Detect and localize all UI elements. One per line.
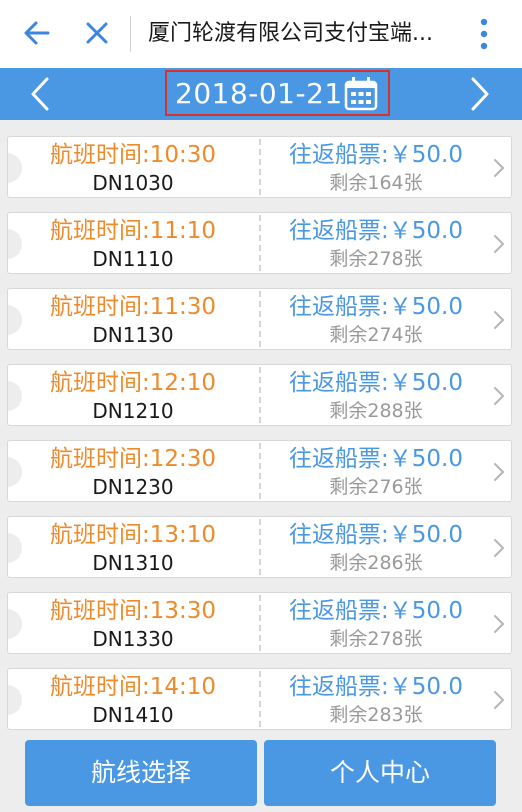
flight-card[interactable]: 航班时间:12:10 DN1210 往返船票:￥50.0 剩余288张 — [7, 364, 512, 426]
flight-card[interactable]: 航班时间:12:30 DN1230 往返船票:￥50.0 剩余276张 — [7, 440, 512, 502]
flight-card[interactable]: 航班时间:13:30 DN1330 往返船票:￥50.0 剩余278张 — [7, 592, 512, 654]
ticket-price: 往返船票:￥50.0 — [289, 294, 463, 320]
selected-date: 2018-01-21 — [175, 77, 343, 110]
chevron-right-icon — [494, 159, 504, 177]
page-title: 厦门轮渡有限公司支付宝端... — [148, 21, 433, 46]
flight-time: 航班时间:11:30 — [49, 294, 217, 320]
tickets-remaining: 剩余283张 — [329, 704, 423, 726]
tickets-remaining: 剩余274张 — [329, 324, 423, 346]
flight-time: 航班时间:10:30 — [49, 142, 217, 168]
flight-time: 航班时间:13:30 — [49, 598, 217, 624]
flight-code: DN1410 — [92, 703, 174, 727]
bottom-action-bar: 航线选择 个人中心 — [0, 736, 522, 812]
flight-code: DN1110 — [92, 247, 174, 271]
profile-center-button[interactable]: 个人中心 — [264, 740, 496, 806]
chevron-right-icon — [494, 311, 504, 329]
vertical-dots-icon[interactable] — [474, 16, 494, 52]
chevron-right-icon — [494, 691, 504, 709]
ticket-price: 往返船票:￥50.0 — [289, 674, 463, 700]
top-navigation-bar: 厦门轮渡有限公司支付宝端... — [0, 0, 522, 68]
flight-time: 航班时间:12:30 — [49, 446, 217, 472]
flight-time: 航班时间:12:10 — [49, 370, 217, 396]
flight-card[interactable]: 航班时间:13:10 DN1310 往返船票:￥50.0 剩余286张 — [7, 516, 512, 578]
flight-card[interactable]: 航班时间:11:30 DN1130 往返船票:￥50.0 剩余274张 — [7, 288, 512, 350]
calendar-icon[interactable] — [343, 76, 379, 112]
flight-code: DN1310 — [92, 551, 174, 575]
nav-divider — [130, 16, 131, 52]
flight-code: DN1330 — [92, 627, 174, 651]
chevron-right-icon — [494, 463, 504, 481]
flight-card[interactable]: 航班时间:11:10 DN1110 往返船票:￥50.0 剩余278张 — [7, 212, 512, 274]
chevron-right-icon — [494, 615, 504, 633]
ticket-price: 往返船票:￥50.0 — [289, 218, 463, 244]
flight-time: 航班时间:11:10 — [49, 218, 217, 244]
ticket-price: 往返船票:￥50.0 — [289, 446, 463, 472]
ticket-price: 往返船票:￥50.0 — [289, 370, 463, 396]
flight-code: DN1130 — [92, 323, 174, 347]
ticket-price: 往返船票:￥50.0 — [289, 142, 463, 168]
ticket-price: 往返船票:￥50.0 — [289, 522, 463, 548]
arrow-left-icon[interactable] — [22, 18, 52, 48]
route-select-button[interactable]: 航线选择 — [25, 740, 257, 806]
close-icon[interactable] — [82, 18, 112, 48]
tickets-remaining: 剩余164张 — [329, 172, 423, 194]
date-selector-bar: 2018-01-21 — [0, 68, 522, 120]
flight-code: DN1030 — [92, 171, 174, 195]
tickets-remaining: 剩余278张 — [329, 248, 423, 270]
chevron-left-icon[interactable] — [26, 76, 54, 112]
chevron-right-icon — [494, 539, 504, 557]
chevron-right-icon — [494, 387, 504, 405]
date-picker[interactable]: 2018-01-21 — [165, 70, 390, 116]
tickets-remaining: 剩余276张 — [329, 476, 423, 498]
tickets-remaining: 剩余278张 — [329, 628, 423, 650]
flight-code: DN1210 — [92, 399, 174, 423]
flight-code: DN1230 — [92, 475, 174, 499]
ticket-price: 往返船票:￥50.0 — [289, 598, 463, 624]
chevron-right-icon — [494, 235, 504, 253]
flight-time: 航班时间:13:10 — [49, 522, 217, 548]
flight-time: 航班时间:14:10 — [49, 674, 217, 700]
flight-card[interactable]: 航班时间:14:10 DN1410 往返船票:￥50.0 剩余283张 — [7, 668, 512, 730]
tickets-remaining: 剩余288张 — [329, 400, 423, 422]
tickets-remaining: 剩余286张 — [329, 552, 423, 574]
chevron-right-icon[interactable] — [466, 76, 494, 112]
flight-card[interactable]: 航班时间:10:30 DN1030 往返船票:￥50.0 剩余164张 — [7, 136, 512, 198]
